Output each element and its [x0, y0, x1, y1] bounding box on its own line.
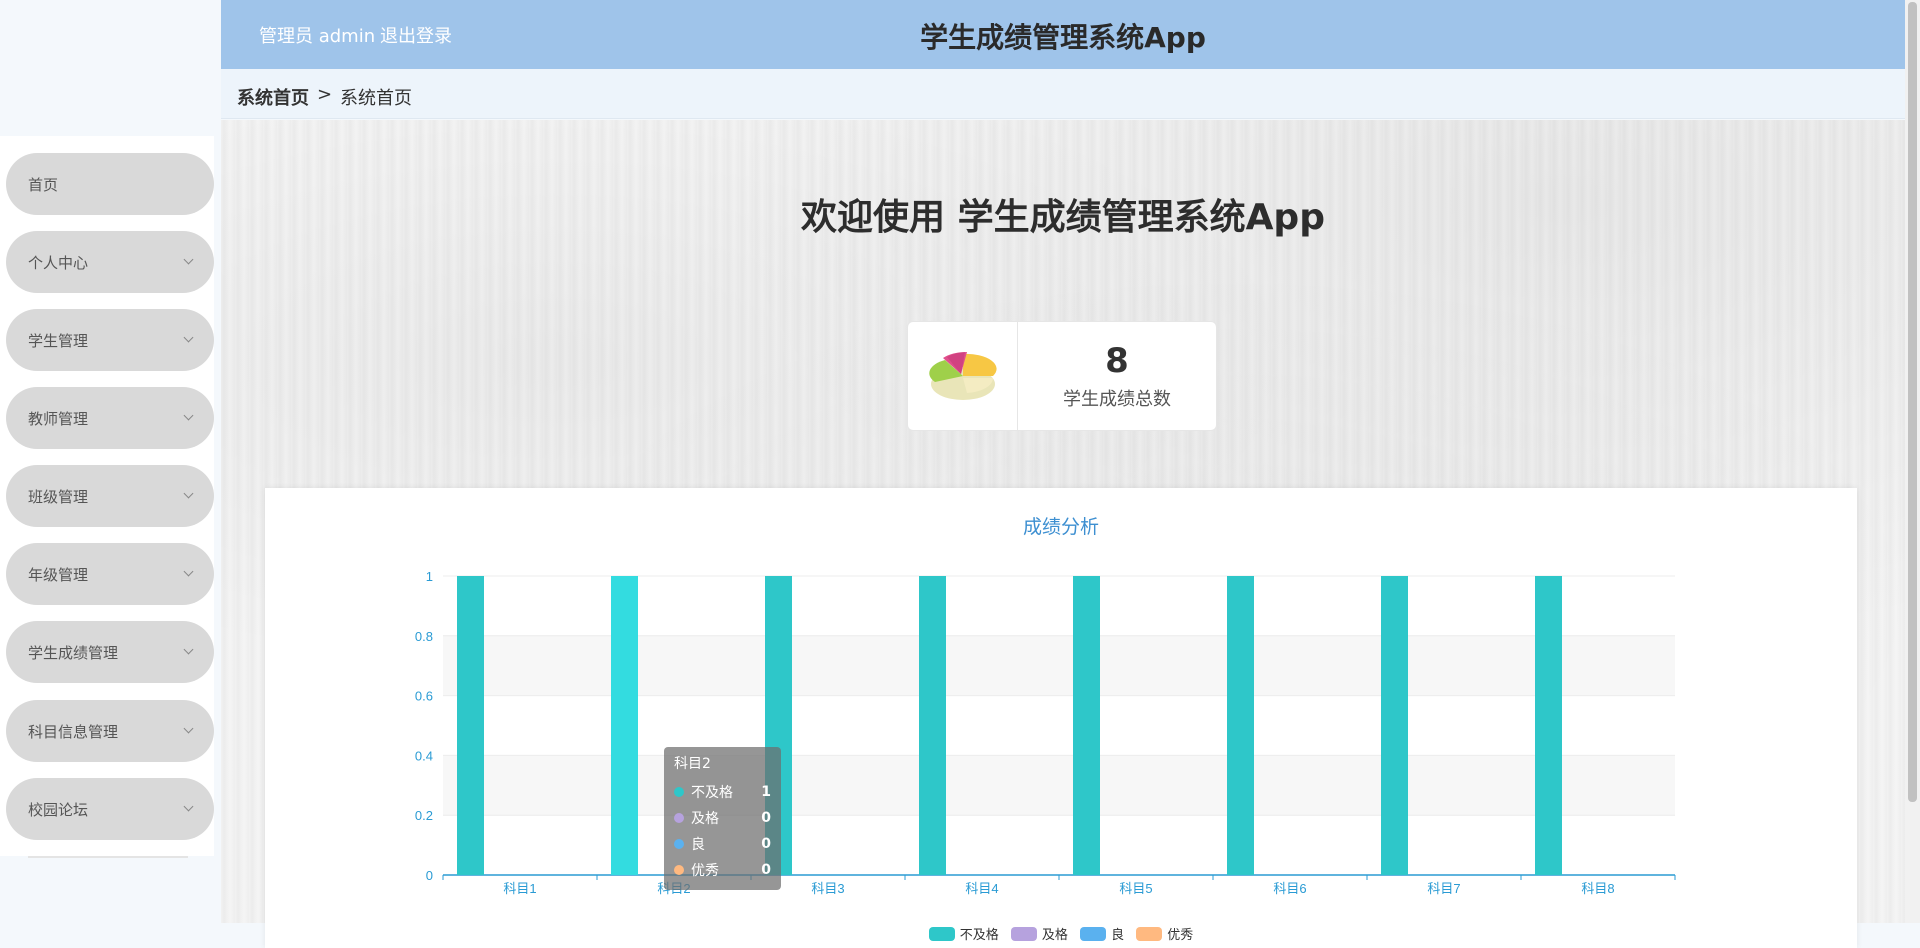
sidebar-item-subject-management[interactable]: 科目信息管理	[6, 700, 214, 762]
breadcrumb-home-link[interactable]: 系统首页	[237, 84, 309, 110]
legend-label: 良	[1111, 924, 1124, 943]
app-title: 学生成绩管理系统App	[221, 16, 1905, 56]
x-tick-label: 科目5	[1119, 881, 1152, 896]
x-tick-label: 科目8	[1581, 881, 1614, 896]
tooltip-series-value: 0	[761, 810, 771, 826]
sidebar-item-label: 首页	[28, 174, 58, 195]
legend-item[interactable]: 优秀	[1136, 924, 1193, 943]
tooltip-series-value: 0	[761, 836, 771, 852]
sidebar-item-student-management[interactable]: 学生管理	[6, 309, 214, 371]
breadcrumb-separator: >	[317, 84, 332, 105]
sidebar-item-teacher-management[interactable]: 教师管理	[6, 387, 214, 449]
bar	[457, 576, 484, 875]
tooltip-series-name: 不及格	[691, 782, 733, 802]
page-scrollbar[interactable]	[1905, 0, 1920, 923]
sidebar-item-label: 教师管理	[28, 408, 88, 429]
tooltip-row: 良 0	[674, 831, 771, 857]
tooltip-row: 不及格 1	[674, 779, 771, 805]
series-dot-icon	[674, 839, 684, 849]
x-tick-label: 科目4	[965, 881, 998, 896]
x-tick-label: 科目6	[1273, 881, 1306, 896]
sidebar: 首页 个人中心 学生管理 教师管理 班级管理 年级管理 学生成绩管理 科目信息管…	[0, 0, 220, 923]
y-tick-label: 0	[426, 868, 433, 883]
chevron-down-icon	[184, 802, 194, 812]
bar	[919, 576, 946, 875]
welcome-heading: 欢迎使用 学生成绩管理系统App	[221, 188, 1905, 240]
sidebar-item-label: 学生管理	[28, 330, 88, 351]
bar	[611, 576, 638, 875]
sidebar-item-label: 校园论坛	[28, 799, 88, 820]
divider	[28, 856, 188, 858]
tooltip-series-value: 1	[761, 784, 771, 800]
chevron-down-icon	[184, 333, 194, 343]
bar	[1535, 576, 1562, 875]
legend-item[interactable]: 不及格	[929, 924, 999, 943]
tooltip-series-name: 及格	[691, 808, 719, 828]
sidebar-item-personal-center[interactable]: 个人中心	[6, 231, 214, 293]
legend-label: 不及格	[960, 924, 999, 943]
chevron-down-icon	[184, 724, 194, 734]
y-tick-label: 1	[426, 569, 433, 584]
sidebar-item-label: 个人中心	[28, 252, 88, 273]
sidebar-item-home[interactable]: 首页	[6, 153, 214, 215]
sidebar-item-label: 学生成绩管理	[28, 642, 118, 663]
legend-swatch	[1011, 927, 1037, 941]
chevron-down-icon	[184, 255, 194, 265]
legend-swatch	[929, 927, 955, 941]
x-tick-label: 科目3	[811, 881, 844, 896]
legend-label: 优秀	[1167, 924, 1193, 943]
bar	[1227, 576, 1254, 875]
tooltip-series-name: 优秀	[691, 860, 719, 880]
legend-item[interactable]: 及格	[1011, 924, 1068, 943]
sidebar-item-campus-forum[interactable]: 校园论坛	[6, 778, 214, 840]
top-header: 管理员 admin 退出登录 学生成绩管理系统App	[221, 0, 1905, 69]
series-dot-icon	[674, 787, 684, 797]
breadcrumb-current: 系统首页	[340, 84, 412, 110]
tooltip-series-value: 0	[761, 862, 771, 878]
y-tick-label: 0.4	[415, 748, 433, 763]
x-tick-label: 科目7	[1427, 881, 1460, 896]
stat-card: 8 学生成绩总数	[907, 321, 1217, 431]
chevron-down-icon	[184, 489, 194, 499]
sidebar-item-score-management[interactable]: 学生成绩管理	[6, 621, 214, 683]
chevron-down-icon	[184, 567, 194, 577]
bar	[1381, 576, 1408, 875]
x-tick-label: 科目1	[503, 881, 536, 896]
chart-tooltip: 科目2 不及格 1 及格 0 良 0 优秀 0	[664, 747, 781, 890]
tooltip-row: 及格 0	[674, 805, 771, 831]
tooltip-title: 科目2	[674, 753, 771, 773]
legend-item[interactable]: 良	[1080, 924, 1124, 943]
chart-legend: 不及格 及格 良 优秀	[265, 924, 1857, 945]
y-tick-label: 0.6	[415, 689, 433, 704]
tooltip-series-name: 良	[691, 834, 705, 854]
legend-swatch	[1080, 927, 1106, 941]
sidebar-item-label: 年级管理	[28, 564, 88, 585]
sidebar-item-grade-management[interactable]: 年级管理	[6, 543, 214, 605]
stat-value: 8	[1105, 341, 1129, 381]
scrollbar-thumb[interactable]	[1908, 2, 1917, 802]
tooltip-row: 优秀 0	[674, 857, 771, 883]
chevron-down-icon	[184, 645, 194, 655]
bar-chart: 0 0.2 0.4 0.6 0.8 1 科目1 科目2 科目3 科目4 科目5 科目6 科目7 科目8	[265, 488, 1857, 948]
chevron-down-icon	[184, 411, 194, 421]
y-tick-label: 0.2	[415, 808, 433, 823]
legend-swatch	[1136, 927, 1162, 941]
bar	[1073, 576, 1100, 875]
breadcrumb: 系统首页 > 系统首页	[221, 69, 1905, 119]
series-dot-icon	[674, 813, 684, 823]
pie-chart-icon	[908, 322, 1018, 430]
sidebar-item-label: 班级管理	[28, 486, 88, 507]
series-dot-icon	[674, 865, 684, 875]
legend-label: 及格	[1042, 924, 1068, 943]
y-tick-label: 0.8	[415, 629, 433, 644]
stat-label: 学生成绩总数	[1063, 385, 1171, 411]
score-analysis-chart: 成绩分析 00.20.40.60.81科目1科目2科目3科目4科目5科目6科目7…	[265, 488, 1857, 948]
sidebar-item-class-management[interactable]: 班级管理	[6, 465, 214, 527]
sidebar-menu: 首页 个人中心 学生管理 教师管理 班级管理 年级管理 学生成绩管理 科目信息管…	[0, 136, 214, 856]
sidebar-item-label: 科目信息管理	[28, 721, 118, 742]
main-content: 欢迎使用 学生成绩管理系统App 8 学生成绩总数 成绩分析 00.20.40.…	[221, 120, 1905, 923]
